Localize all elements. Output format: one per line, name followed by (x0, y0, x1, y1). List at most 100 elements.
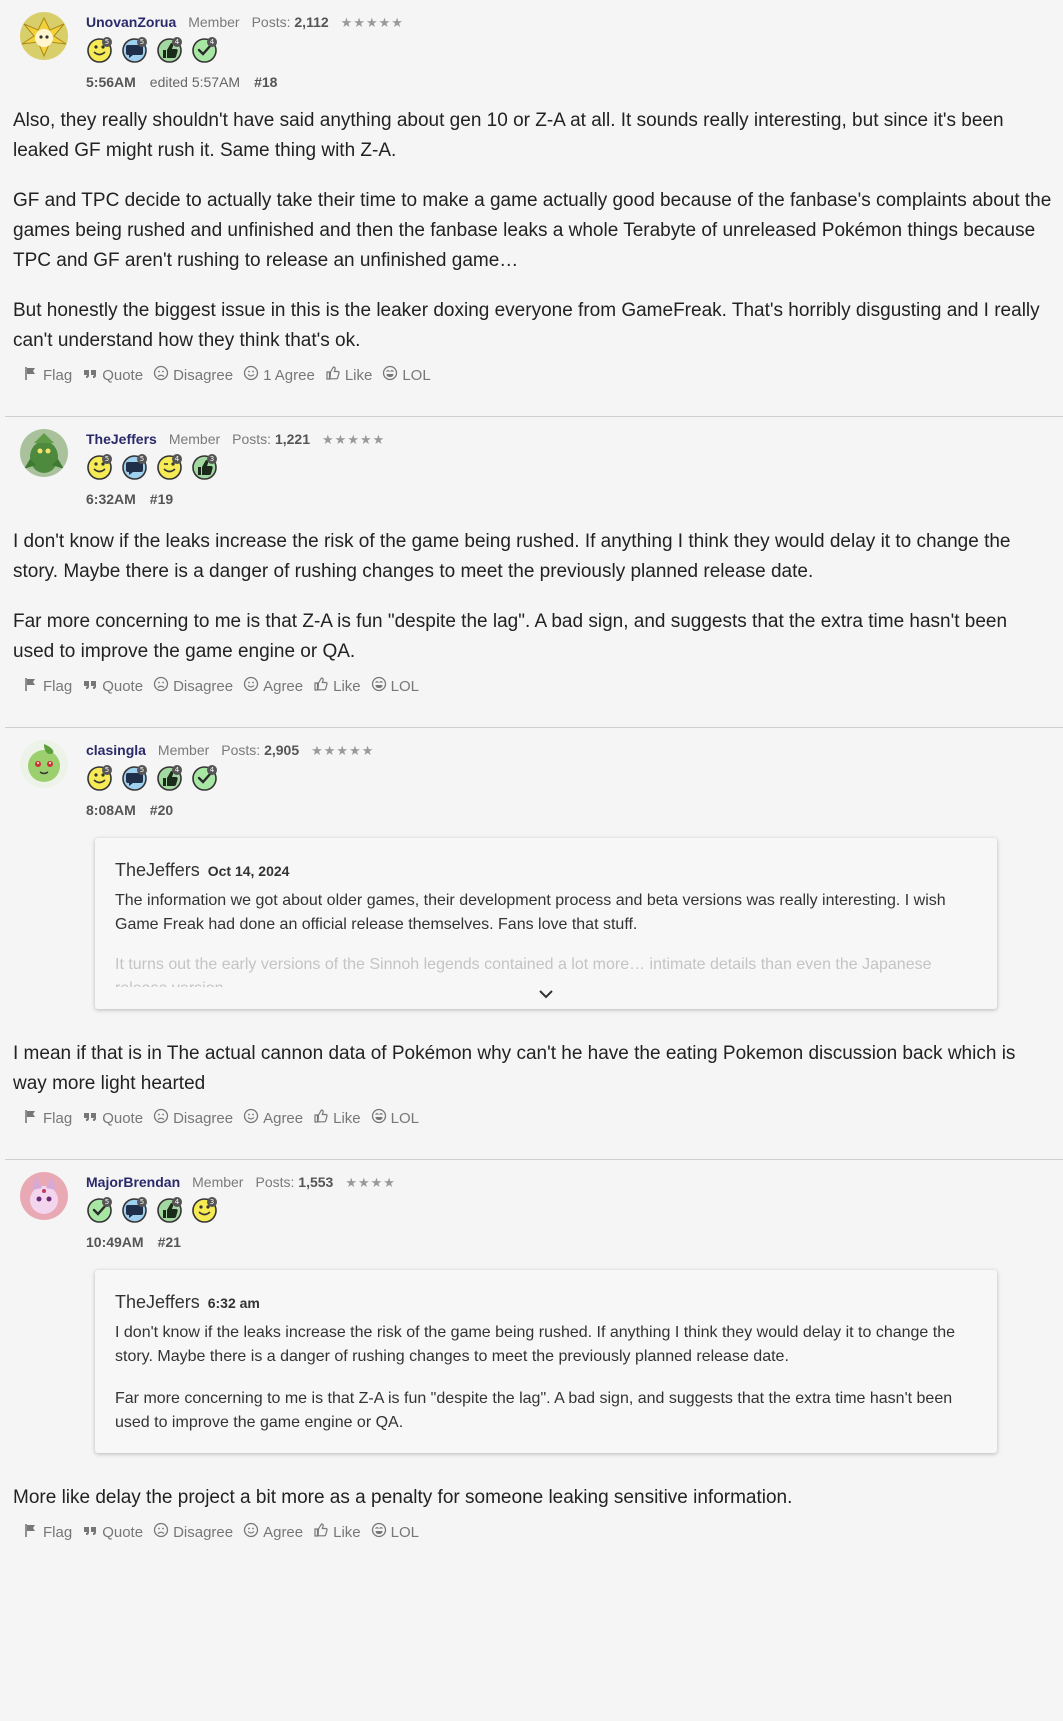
thumbs-up-badge-icon[interactable]: 4 (156, 1196, 184, 1224)
agree-icon (243, 1522, 259, 1542)
author-meta: clasingla Member Posts: 2,905 ★★★★★ (86, 742, 374, 759)
avatar[interactable] (20, 12, 68, 60)
thumbs-up-badge-icon[interactable]: 4 (156, 764, 184, 792)
post-timestamp-line: 8:08AM #20 (86, 802, 173, 818)
post-time[interactable]: 5:56AM (86, 74, 136, 90)
disagree-button[interactable]: Disagree (153, 676, 233, 696)
post-time[interactable]: 8:08AM (86, 802, 136, 818)
quote-date[interactable]: 6:32 am (208, 1295, 260, 1311)
post-time[interactable]: 6:32AM (86, 491, 136, 507)
badge-list: 5 5 4 3 (86, 1196, 219, 1224)
comment-badge-icon[interactable]: 5 (121, 764, 149, 792)
flag-button[interactable]: Flag (23, 1522, 72, 1542)
disagree-button[interactable]: Disagree (153, 1108, 233, 1128)
post-count-label: Posts: (221, 742, 261, 758)
smile-badge-icon[interactable]: 3 (191, 1196, 219, 1224)
quote-date[interactable]: Oct 14, 2024 (208, 863, 290, 879)
like-icon (313, 1522, 329, 1542)
post-count-value: 2,112 (294, 14, 329, 30)
lol-button[interactable]: LOL (371, 1108, 419, 1128)
avatar[interactable] (20, 429, 68, 477)
flag-button[interactable]: Flag (23, 676, 72, 696)
lol-label: LOL (390, 1523, 420, 1541)
thumbs-up-badge-icon[interactable]: 4 (156, 36, 184, 64)
lol-label: LOL (390, 677, 420, 695)
post-paragraph: I mean if that is in The actual cannon d… (13, 1043, 1016, 1094)
flag-button[interactable]: Flag (23, 365, 72, 385)
quoted-post: TheJeffers Oct 14, 2024 The information we… (95, 838, 997, 1009)
quote-author-link[interactable]: TheJeffers (115, 860, 200, 880)
forum-post: UnovanZorua Member Posts: 2,112 ★★★★★ 5 5 4 4 5:… (5, 0, 1063, 417)
username-link[interactable]: MajorBrendan (86, 1174, 180, 1190)
flag-button[interactable]: Flag (23, 1108, 72, 1128)
like-icon (313, 676, 329, 696)
post-permalink[interactable]: #21 (158, 1234, 181, 1250)
post-time[interactable]: 10:49AM (86, 1234, 144, 1250)
rank-stars: ★★★★★ (340, 15, 404, 30)
quote-button[interactable]: Quote (82, 1108, 143, 1128)
agree-button[interactable]: Agree (243, 1108, 303, 1128)
post-count-label: Posts: (255, 1174, 295, 1190)
quote-body: The information we got about older games… (115, 889, 977, 987)
quote-icon (82, 1108, 98, 1128)
like-button[interactable]: Like (313, 676, 361, 696)
quote-paragraph: I don't know if the leaks increase the r… (115, 1324, 955, 1365)
post-actions: Flag Quote Disagree Agree Like LOL (23, 675, 1063, 727)
check-badge-icon[interactable]: 4 (191, 36, 219, 64)
lol-icon (371, 676, 387, 696)
agree-button[interactable]: Agree (243, 676, 303, 696)
agree-label: Agree (263, 677, 304, 695)
username-link[interactable]: UnovanZorua (86, 14, 176, 30)
smile-badge-icon[interactable]: 5 (86, 36, 114, 64)
lol-button[interactable]: LOL (371, 1522, 419, 1542)
quote-button[interactable]: Quote (82, 1522, 143, 1542)
post-body: I mean if that is in The actual cannon d… (13, 1039, 1063, 1099)
post-paragraph: But honestly the biggest issue in this i… (13, 300, 1040, 351)
expand-chevron-icon[interactable] (115, 987, 977, 1005)
quote-button[interactable]: Quote (82, 365, 143, 385)
post-body: More like delay the project a bit more a… (13, 1483, 1063, 1513)
quote-icon (82, 1522, 98, 1542)
disagree-label: Disagree (173, 1109, 234, 1127)
flag-label: Flag (43, 366, 73, 384)
quote-button[interactable]: Quote (82, 676, 143, 696)
user-role: Member (157, 742, 210, 758)
avatar[interactable] (20, 1172, 68, 1220)
comment-badge-icon[interactable]: 5 (121, 453, 149, 481)
post-permalink[interactable]: #20 (150, 802, 173, 818)
badge-count: 5 (140, 766, 144, 774)
post-paragraph: Far more concerning to me is that Z-A is… (13, 611, 1008, 662)
wink-badge-icon[interactable]: 4 (156, 453, 184, 481)
disagree-button[interactable]: Disagree (153, 1522, 233, 1542)
username-link[interactable]: TheJeffers (86, 431, 157, 447)
lol-button[interactable]: LOL (371, 676, 419, 696)
post-permalink[interactable]: #19 (150, 491, 173, 507)
agree-button[interactable]: Agree (243, 1522, 303, 1542)
check-badge-icon[interactable]: 4 (191, 764, 219, 792)
avatar[interactable] (20, 740, 68, 788)
agree-button[interactable]: 1 Agree (243, 365, 315, 385)
thumbs-up-badge-icon[interactable]: 3 (191, 453, 219, 481)
like-button[interactable]: Like (313, 1522, 361, 1542)
smile-badge-icon[interactable]: 5 (86, 764, 114, 792)
user-role: Member (192, 1174, 244, 1190)
disagree-label: Disagree (173, 677, 234, 695)
lol-button[interactable]: LOL (382, 365, 431, 385)
like-button[interactable]: Like (325, 365, 372, 385)
smile-badge-icon[interactable]: 5 (86, 453, 114, 481)
like-button[interactable]: Like (313, 1108, 361, 1128)
comment-badge-icon[interactable]: 5 (121, 36, 149, 64)
disagree-button[interactable]: Disagree (153, 365, 233, 385)
post-count: Posts: 1,553 (255, 1174, 333, 1190)
flag-icon (23, 1108, 39, 1128)
post-timestamp-line: 5:56AM edited 5:57AM #18 (86, 74, 277, 90)
post-timestamp-line: 6:32AM #19 (86, 491, 173, 507)
post-body: Also, they really shouldn't have said an… (13, 106, 1063, 356)
username-link[interactable]: clasingla (86, 742, 146, 758)
post-permalink[interactable]: #18 (254, 74, 277, 90)
comment-badge-icon[interactable]: 5 (121, 1196, 149, 1224)
check-badge-icon[interactable]: 5 (86, 1196, 114, 1224)
badge-count: 3 (210, 455, 214, 463)
quote-author-link[interactable]: TheJeffers (115, 1292, 200, 1312)
disagree-label: Disagree (173, 1523, 234, 1541)
